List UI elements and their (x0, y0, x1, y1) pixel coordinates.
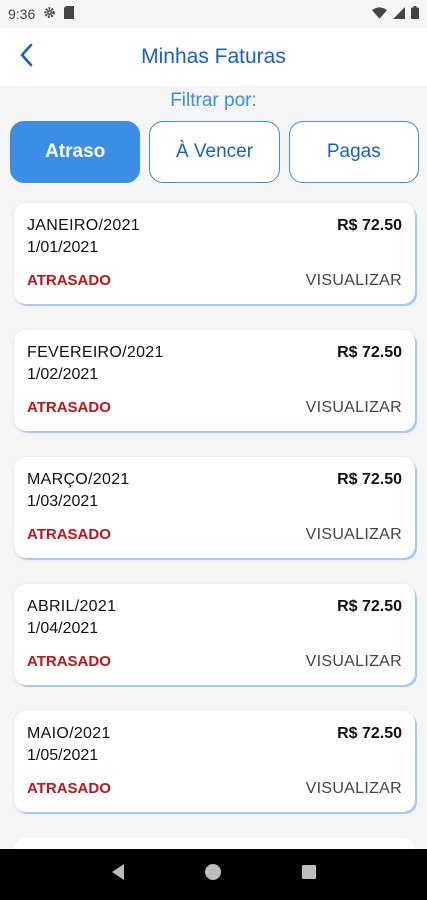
invoice-month: MAIO/2021 (27, 725, 111, 742)
invoice-status: ATRASADO (27, 526, 111, 543)
invoice-amount: R$ 72.50 (337, 217, 402, 234)
invoice-date: 1/03/2021 (27, 493, 99, 510)
gear-icon (43, 6, 56, 22)
view-invoice-button[interactable]: VISUALIZAR (306, 653, 402, 671)
invoice-status: ATRASADO (27, 272, 111, 289)
invoice-card: MAIO/2021 1/05/2021 R$ 72.50 ATRASADO VI… (14, 711, 415, 812)
view-invoice-button[interactable]: VISUALIZAR (306, 526, 402, 544)
invoice-amount: R$ 72.50 (337, 471, 402, 488)
invoice-card: MARÇO/2021 1/03/2021 R$ 72.50 ATRASADO V… (14, 457, 415, 558)
back-triangle-icon (110, 863, 126, 886)
invoice-month: ABRIL/2021 (27, 598, 117, 615)
invoice-date: 1/01/2021 (27, 239, 99, 256)
invoice-month: JANEIRO/2021 (27, 217, 140, 234)
view-invoice-button[interactable]: VISUALIZAR (306, 780, 402, 798)
status-bar: 9:36 (0, 0, 427, 28)
invoice-list: JANEIRO/2021 1/01/2021 R$ 72.50 ATRASADO… (14, 203, 415, 838)
invoice-card: ABRIL/2021 1/04/2021 R$ 72.50 ATRASADO V… (14, 584, 415, 685)
chevron-left-icon (19, 43, 33, 72)
app-header: Minhas Faturas (0, 28, 427, 86)
nav-back-button[interactable] (98, 855, 138, 895)
view-invoice-button[interactable]: VISUALIZAR (306, 272, 402, 290)
invoice-status: ATRASADO (27, 780, 111, 797)
invoice-amount: R$ 72.50 (337, 725, 402, 742)
filter-pagas-button[interactable]: Pagas (288, 121, 419, 183)
invoice-date: 1/02/2021 (27, 366, 99, 383)
invoice-month: MARÇO/2021 (27, 471, 130, 488)
page-title: Minhas Faturas (141, 45, 286, 68)
invoice-card: FEVEREIRO/2021 1/02/2021 R$ 72.50 ATRASA… (14, 330, 415, 431)
view-invoice-button[interactable]: VISUALIZAR (306, 399, 402, 417)
invoice-amount: R$ 72.50 (337, 344, 402, 361)
filter-a-vencer-button[interactable]: À Vencer (149, 121, 280, 183)
sim-card-icon (64, 6, 75, 22)
nav-home-button[interactable] (193, 855, 233, 895)
filter-label: Filtrar por: (170, 90, 257, 111)
invoice-card: JANEIRO/2021 1/01/2021 R$ 72.50 ATRASADO… (14, 203, 415, 304)
invoice-date: 1/04/2021 (27, 620, 99, 637)
invoice-month: FEVEREIRO/2021 (27, 344, 164, 361)
invoice-status: ATRASADO (27, 653, 111, 670)
back-button[interactable] (12, 42, 40, 72)
battery-icon (411, 6, 419, 22)
signal-icon (393, 6, 405, 22)
wifi-icon (372, 6, 387, 22)
recents-square-icon (301, 864, 317, 885)
invoice-amount: R$ 72.50 (337, 598, 402, 615)
system-nav-bar (0, 849, 427, 900)
invoice-status: ATRASADO (27, 399, 111, 416)
home-circle-icon (204, 863, 222, 886)
invoice-date: 1/05/2021 (27, 747, 99, 764)
filter-atraso-button[interactable]: Atraso (10, 121, 141, 183)
filter-tabs: Atraso À Vencer Pagas (10, 121, 419, 183)
status-time: 9:36 (8, 6, 36, 22)
nav-recents-button[interactable] (289, 855, 329, 895)
